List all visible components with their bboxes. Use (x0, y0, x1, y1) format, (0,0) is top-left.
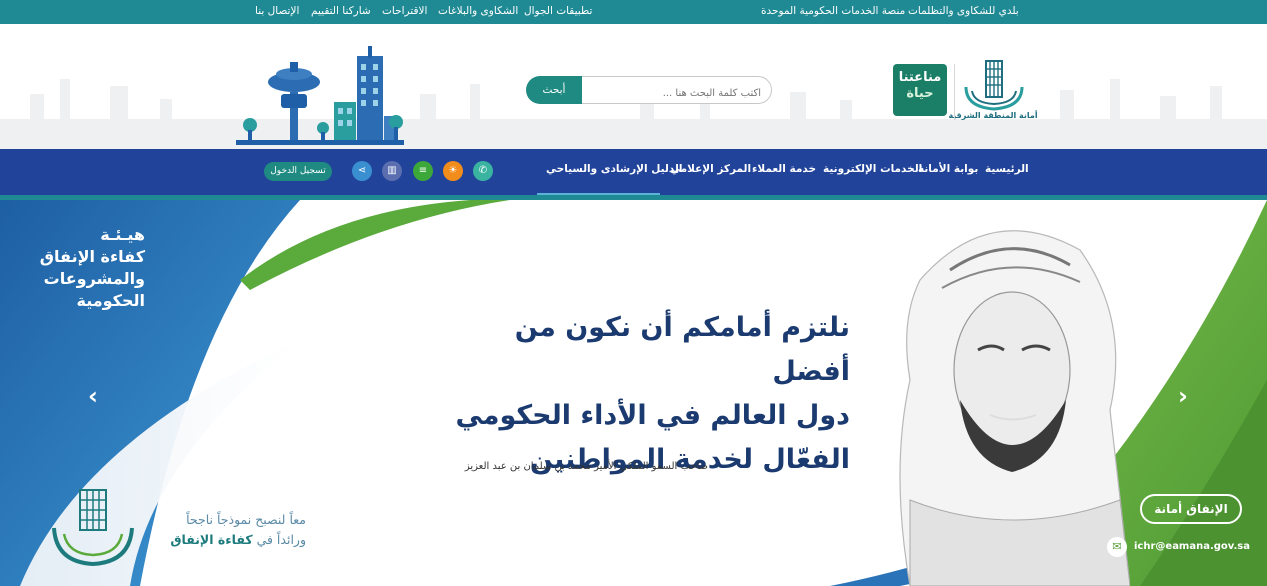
efficiency-authority-logo-icon (52, 489, 134, 567)
main-navigation: الرئيسية بوابة الأمانة الخدمات الإلكترون… (0, 149, 1267, 200)
hero-slogan: معاً لنصبح نموذجاً ناجحاً ورائداً في كفا… (150, 510, 306, 550)
headline-line: دول العالم في الأداء الحكومي (455, 400, 850, 431)
nav-item-guide-tourism[interactable]: الدليل الإرشادى والسياحي (546, 163, 682, 175)
topbar-link-baladi[interactable]: بلدي للشكاوى والتظلمات (908, 5, 1019, 17)
hero-headline: نلتزم أمامكم أن نكون من أفضل دول العالم … (430, 306, 850, 482)
phone-icon[interactable]: ✆ (473, 161, 493, 181)
login-button[interactable]: تسجيل الدخول (264, 162, 332, 181)
topbar-link-rate-us[interactable]: شاركنا التقييم (311, 5, 371, 17)
spending-trust-badge: الإنفاق أمانة (1140, 494, 1242, 524)
search-button[interactable]: أبحث (526, 76, 582, 104)
org-name-line: كفاءة الإنفاق (39, 247, 145, 266)
headline-line: نلتزم أمامكم أن نكون من أفضل (514, 312, 850, 387)
nav-item-home[interactable]: الرئيسية (985, 163, 1029, 175)
contact-email[interactable]: ichr@eamana.gov.sa (1134, 541, 1250, 552)
search-input[interactable] (576, 76, 772, 104)
hayat-logo-line2: حياة (906, 86, 934, 101)
topbar-link-mobile-apps[interactable]: تطبيقات الجوال (524, 5, 592, 17)
hero-org-name: هيـئـة كفاءة الإنفاق والمشروعات الحكومية (20, 224, 145, 312)
nav-item-amana-portal[interactable]: بوابة الأمانة (918, 163, 978, 175)
slogan-line1: معاً لنصبح نموذجاً ناجحاً (186, 512, 306, 527)
manaatuna-hayat-logo[interactable]: مناعتنا حياة (893, 64, 947, 116)
org-name-line: والمشروعات (43, 269, 145, 288)
sun-icon[interactable]: ☀ (443, 161, 463, 181)
hero-caption: صاحب السمو الملكي الأمير محمد بن سلمان ب… (464, 461, 708, 472)
nav-item-customer-service[interactable]: خدمة العملاء (752, 163, 816, 175)
org-name-line: هيـئـة (100, 225, 145, 244)
share-icon[interactable]: ⋖ (352, 161, 372, 181)
book-icon[interactable]: ▥ (382, 161, 402, 181)
headline-line: الفعّال لخدمة المواطنين (529, 444, 850, 475)
topbar-link-complaints[interactable]: الشكاوى والبلاغات (438, 5, 518, 17)
email-icon: ✉ (1107, 537, 1127, 557)
topbar-link-unified-platform[interactable]: منصة الخدمات الحكومية الموحدة (761, 5, 905, 17)
slider-prev-arrow-icon[interactable]: ‹ (88, 382, 98, 410)
nav-item-e-services[interactable]: الخدمات الإلكترونية (823, 163, 922, 175)
crown-prince-portrait-illustration (899, 230, 1130, 586)
slogan-highlight: كفاءة الإنفاق (170, 532, 253, 547)
site-header: أبحث أمانة المنطقة الشرقية مناعتنا حياة (0, 24, 1267, 149)
slider-next-arrow-icon[interactable]: › (1178, 382, 1188, 410)
topbar-link-suggestions[interactable]: الاقتراحات (382, 5, 427, 17)
topbar-link-contact-us[interactable]: الإتصال بنا (255, 5, 299, 17)
search-bar: أبحث (526, 76, 772, 104)
hayat-logo-line1: مناعتنا (898, 70, 942, 85)
amana-logo-text: أمانة المنطقة الشرقية (948, 111, 1038, 120)
top-utility-bar: تطبيقات الجوال الشكاوى والبلاغات الاقترا… (0, 0, 1267, 24)
slogan-line2: ورائداً في كفاءة الإنفاق (150, 530, 306, 550)
slogan-line2-prefix: ورائداً في (252, 532, 306, 547)
layers-icon[interactable]: ≡ (413, 161, 433, 181)
logo-divider (954, 64, 955, 120)
org-name-line: الحكومية (76, 291, 146, 310)
hero-slider: هيـئـة كفاءة الإنفاق والمشروعات الحكومية… (0, 200, 1267, 586)
